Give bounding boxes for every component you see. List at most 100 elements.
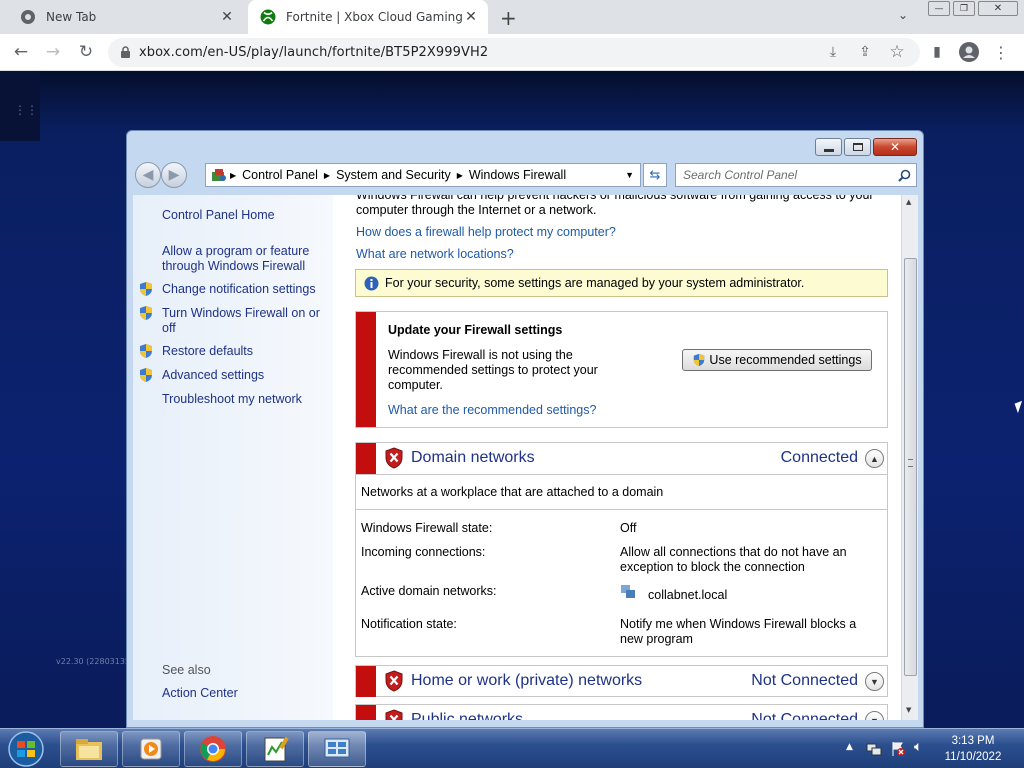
profile-avatar-icon[interactable] — [956, 39, 982, 65]
dropdown-arrow-icon[interactable]: ▼ — [625, 170, 634, 180]
close-tab-icon[interactable]: ✕ — [462, 9, 480, 25]
public-networks-header[interactable]: Public networks Not Connected ▼ — [356, 705, 887, 720]
network-icon[interactable] — [866, 741, 882, 757]
vertical-scrollbar[interactable]: ▲ ▼ — [901, 195, 918, 720]
action-center-link[interactable]: Action Center — [162, 686, 238, 701]
taskbar-notepad-chart[interactable] — [246, 731, 304, 767]
breadcrumb-system-security[interactable]: System and Security — [336, 168, 451, 182]
browser-toolbar: ← → ↻ xbox.com/en-US/play/launch/fortnit… — [0, 34, 1024, 71]
side-panel-icon[interactable]: ▮ — [924, 39, 950, 65]
taskbar-media-player[interactable] — [122, 731, 180, 767]
breadcrumb-control-panel[interactable]: Control Panel — [242, 168, 318, 182]
incoming-connections-value: Allow all connections that do not have a… — [620, 545, 847, 574]
close-icon[interactable]: ✕ — [873, 138, 917, 156]
public-networks-panel: Public networks Not Connected ▼ — [355, 704, 888, 720]
active-domain-networks-label: Active domain networks: — [361, 584, 497, 598]
search-input[interactable]: Search Control Panel — [675, 163, 917, 187]
browser-tab-strip: New Tab ✕ Fortnite | Xbox Cloud Gaming (… — [0, 0, 1024, 34]
domain-networks-status: Connected — [780, 449, 858, 466]
firewall-help-link[interactable]: How does a firewall help protect my comp… — [356, 225, 616, 240]
tab-search-icon[interactable]: ⌄ — [898, 8, 908, 22]
bookmark-star-icon[interactable]: ☆ — [884, 39, 910, 65]
button-label: Use recommended settings — [709, 353, 862, 367]
minimize-icon[interactable] — [815, 138, 842, 156]
info-icon — [364, 276, 379, 290]
sidebar: Control Panel Home Allow a program or fe… — [133, 195, 333, 720]
recommended-settings-link[interactable]: What are the recommended settings? — [388, 403, 596, 418]
tab-new-tab[interactable]: New Tab ✕ — [8, 0, 244, 34]
forward-icon[interactable]: → — [40, 39, 66, 65]
back-arrow-icon[interactable]: ◀ — [135, 162, 161, 188]
scroll-down-icon[interactable]: ▼ — [906, 706, 911, 714]
close-tab-icon[interactable]: ✕ — [218, 9, 236, 25]
clock-time: 3:13 PM — [951, 735, 995, 747]
sidebar-item-notification-settings[interactable]: Change notification settings — [162, 282, 316, 297]
control-panel-home-link[interactable]: Control Panel Home — [162, 208, 275, 223]
sidebar-item-allow-program[interactable]: Allow a program or feature through Windo… — [162, 244, 322, 274]
reload-icon[interactable]: ↻ — [73, 39, 99, 65]
system-clock[interactable]: 3:13 PM 11/10/2022 — [930, 733, 1016, 765]
show-hidden-icons-icon[interactable]: ▲ — [846, 742, 853, 752]
taskbar-control-panel[interactable] — [308, 731, 366, 767]
public-networks-status: Not Connected — [751, 711, 858, 720]
chrome-icon — [200, 736, 226, 762]
scroll-up-icon[interactable]: ▲ — [906, 198, 911, 206]
forward-arrow-icon[interactable]: ▶ — [161, 162, 187, 188]
red-x-shield-icon — [385, 447, 403, 469]
chevron-up-icon[interactable]: ▲ — [865, 449, 884, 468]
minimize-icon[interactable]: — — [928, 1, 950, 16]
uac-shield-icon — [140, 344, 152, 358]
notification-state-value: Notify me when Windows Firewall blocks a… — [620, 617, 857, 646]
private-networks-header[interactable]: Home or work (private) networks Not Conn… — [356, 666, 887, 697]
install-icon[interactable]: ⤓ — [820, 39, 846, 65]
network-locations-link[interactable]: What are network locations? — [356, 247, 514, 262]
domain-networks-header[interactable]: Domain networks Connected ▲ — [356, 443, 887, 474]
menu-kebab-icon[interactable]: ⋮ — [988, 39, 1014, 65]
breadcrumb-windows-firewall[interactable]: Windows Firewall — [469, 168, 566, 182]
window-title-buttons: ✕ — [813, 138, 917, 156]
url-text: xbox.com/en-US/play/launch/fortnite/BT5P… — [139, 45, 489, 60]
chevron-down-icon[interactable]: ▼ — [865, 711, 884, 720]
use-recommended-settings-button[interactable]: Use recommended settings — [682, 349, 872, 371]
main-content: Windows Firewall can help prevent hacker… — [333, 195, 911, 720]
sidebar-item-turn-firewall[interactable]: Turn Windows Firewall on or off — [162, 306, 322, 336]
address-bar[interactable]: xbox.com/en-US/play/launch/fortnite/BT5P… — [108, 38, 920, 67]
refresh-icon[interactable]: ⇆ — [643, 163, 667, 187]
sidebar-item-advanced-settings[interactable]: Advanced settings — [162, 368, 264, 383]
alert-bar — [356, 666, 376, 697]
stream-side-handle[interactable]: ⋮⋮ — [0, 71, 40, 141]
maximize-icon[interactable] — [844, 138, 871, 156]
back-icon[interactable]: ← — [8, 39, 34, 65]
breadcrumb[interactable]: ▶ Control Panel ▶ System and Security ▶ … — [205, 163, 641, 187]
new-tab-button[interactable]: + — [500, 6, 517, 30]
firewall-state-label: Windows Firewall state: — [361, 521, 493, 535]
xbox-icon — [260, 9, 276, 25]
breadcrumb-separator-icon: ▶ — [323, 170, 331, 180]
tab-fortnite[interactable]: Fortnite | Xbox Cloud Gaming (Be ✕ — [248, 0, 488, 34]
action-center-flag-icon[interactable] — [890, 741, 906, 757]
volume-icon[interactable]: 🔈︎ — [914, 739, 922, 755]
close-window-icon[interactable]: ✕ — [978, 1, 1018, 16]
info-bar-text: For your security, some settings are man… — [385, 276, 805, 290]
sidebar-item-restore-defaults[interactable]: Restore defaults — [162, 344, 253, 359]
domain-network-icon — [621, 585, 635, 598]
start-button-icon[interactable] — [6, 731, 46, 767]
sidebar-item-troubleshoot[interactable]: Troubleshoot my network — [162, 392, 302, 407]
admin-info-bar: For your security, some settings are man… — [355, 269, 888, 297]
navigation-bar: ◀ ▶ ▶ Control Panel ▶ System and Securit… — [133, 161, 919, 189]
search-icon[interactable] — [898, 169, 911, 182]
scrollbar-thumb[interactable] — [904, 258, 917, 676]
lock-icon — [121, 46, 130, 58]
taskbar-chrome[interactable] — [184, 731, 242, 767]
clock-date: 11/10/2022 — [944, 751, 1002, 763]
uac-shield-icon — [694, 353, 705, 367]
update-settings-panel: Update your Firewall settings Windows Fi… — [355, 311, 888, 428]
share-icon[interactable]: ⇪ — [852, 39, 878, 65]
tab-title: New Tab — [46, 10, 97, 24]
tab-title: Fortnite | Xbox Cloud Gaming (Be — [286, 10, 462, 24]
private-networks-title: Home or work (private) networks — [411, 672, 643, 689]
breadcrumb-separator-icon: ▶ — [230, 170, 237, 180]
restore-icon[interactable]: ❐ — [953, 1, 975, 16]
chevron-down-icon[interactable]: ▼ — [865, 672, 884, 691]
taskbar-explorer[interactable] — [60, 731, 118, 767]
